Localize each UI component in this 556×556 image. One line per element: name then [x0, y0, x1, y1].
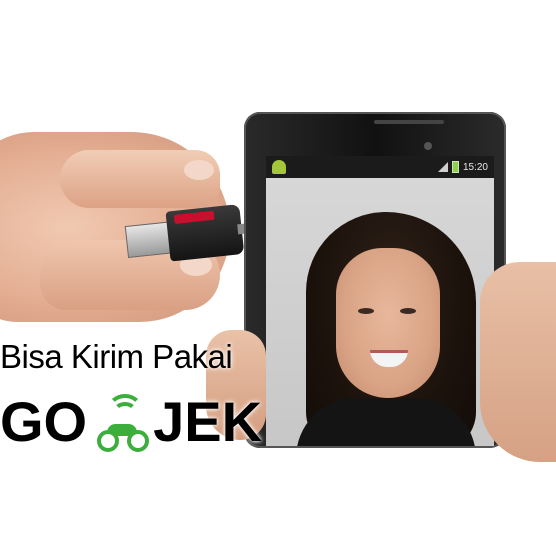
- caption-text: Bisa Kirim Pakai: [0, 338, 233, 375]
- status-right: 15:20: [437, 161, 488, 173]
- scooter-wheel-right: [127, 430, 150, 452]
- front-camera: [424, 142, 432, 150]
- left-eye: [358, 308, 374, 314]
- earpiece-speaker: [374, 120, 444, 124]
- smile: [370, 350, 408, 367]
- scooter-icon: [87, 394, 153, 452]
- scooter-shape: [97, 422, 150, 452]
- usb-otg-drive: [123, 200, 249, 270]
- right-eye: [400, 308, 416, 314]
- battery-icon: [451, 161, 459, 173]
- product-photo: 15:20 Bisa Kirim Pakai GO JEK: [0, 0, 556, 556]
- scooter-wheel-left: [97, 430, 120, 452]
- phone-screen: 15:20: [266, 156, 494, 446]
- signal-arc-inner: [113, 402, 138, 422]
- smartphone: 15:20: [244, 112, 506, 448]
- brand-jek: JEK: [153, 390, 263, 453]
- brand-go: GO: [0, 390, 88, 453]
- gojek-logo: GO JEK: [0, 392, 262, 452]
- right-hand-fingers: [480, 262, 556, 462]
- index-finger: [60, 150, 220, 208]
- portrait-face: [336, 248, 440, 398]
- status-time: 15:20: [462, 161, 488, 173]
- android-icon: [272, 160, 286, 174]
- photo-viewer[interactable]: [266, 178, 494, 446]
- fingernail: [184, 160, 214, 180]
- status-bar: 15:20: [266, 156, 494, 178]
- signal-icon: [437, 162, 448, 172]
